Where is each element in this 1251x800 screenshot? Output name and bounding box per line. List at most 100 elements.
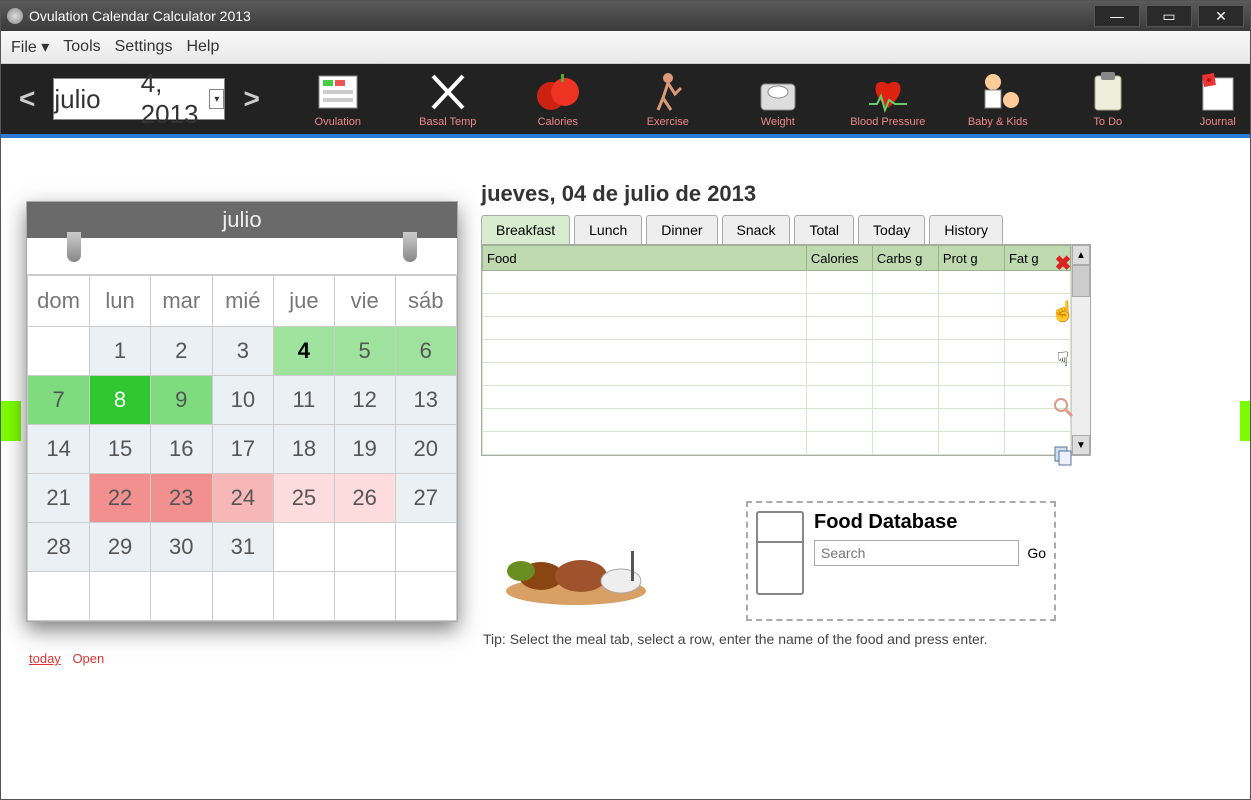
calendar-day[interactable]: 28	[28, 523, 90, 572]
food-db-title: Food Database	[814, 511, 1046, 534]
calendar-day[interactable]: 20	[395, 425, 457, 474]
calendar-day[interactable]: 21	[28, 474, 90, 523]
today-link[interactable]: today	[29, 651, 61, 666]
calendar-day[interactable]: 15	[90, 425, 151, 474]
calendar-day	[90, 572, 151, 621]
grid-header[interactable]: Calories	[806, 246, 872, 271]
meal-tab-breakfast[interactable]: Breakfast	[481, 215, 570, 244]
calendar-day[interactable]: 22	[90, 474, 151, 523]
calendar-day[interactable]: 14	[28, 425, 90, 474]
table-row[interactable]	[483, 409, 1071, 432]
food-search-input[interactable]	[814, 540, 1019, 566]
calendar-day[interactable]: 31	[212, 523, 273, 572]
search-icon[interactable]	[1051, 395, 1075, 419]
table-row[interactable]	[483, 340, 1071, 363]
grid-header[interactable]: Prot g	[938, 246, 1004, 271]
close-button[interactable]: ✕	[1198, 5, 1244, 27]
calendar-day	[395, 572, 457, 621]
toolbar-ovulation-button[interactable]: Ovulation	[298, 70, 378, 128]
food-search-go-button[interactable]: Go	[1027, 545, 1046, 561]
weekday-header: jue	[274, 276, 335, 327]
calendar-day	[334, 572, 395, 621]
tip-text: Tip: Select the meal tab, select a row, …	[483, 631, 988, 647]
menu-file[interactable]: File ▾	[11, 37, 49, 57]
toolbar-calories-button[interactable]: Calories	[518, 70, 598, 128]
grid-header[interactable]: Carbs g	[872, 246, 938, 271]
calendar-day[interactable]: 11	[274, 376, 335, 425]
calendar-day[interactable]: 12	[334, 376, 395, 425]
todo-icon	[1083, 70, 1133, 114]
app-icon	[7, 8, 23, 24]
calendar-day[interactable]: 7	[28, 376, 90, 425]
table-row[interactable]	[483, 294, 1071, 317]
next-date-button[interactable]: >	[235, 83, 267, 115]
calendar-day[interactable]: 25	[274, 474, 335, 523]
meal-tab-lunch[interactable]: Lunch	[574, 215, 642, 244]
calendar-day[interactable]: 26	[334, 474, 395, 523]
minimize-button[interactable]: —	[1094, 5, 1140, 27]
copy-icon[interactable]	[1051, 443, 1075, 467]
calendar-day[interactable]: 29	[90, 523, 151, 572]
calendar-day	[150, 572, 212, 621]
toolbar-basal-button[interactable]: Basal Temp	[408, 70, 488, 128]
toolbar-journal-button[interactable]: Journal	[1178, 70, 1251, 128]
calendar-day[interactable]: 1	[90, 327, 151, 376]
toolbar-baby-button[interactable]: Baby & Kids	[958, 70, 1038, 128]
food-table[interactable]: FoodCaloriesCarbs gProt gFat g	[482, 245, 1071, 455]
table-row[interactable]	[483, 386, 1071, 409]
maximize-button[interactable]: ▭	[1146, 5, 1192, 27]
weekday-header: mié	[212, 276, 273, 327]
toolbar-weight-button[interactable]: Weight	[738, 70, 818, 128]
menu-tools[interactable]: Tools	[63, 38, 100, 56]
calendar-day[interactable]: 23	[150, 474, 212, 523]
bp-icon	[863, 70, 913, 114]
meal-tab-today[interactable]: Today	[858, 215, 925, 244]
calendar-day	[28, 572, 90, 621]
calendar-day[interactable]: 10	[212, 376, 273, 425]
weekday-header: dom	[28, 276, 90, 327]
calendar-day	[274, 572, 335, 621]
table-row[interactable]	[483, 432, 1071, 455]
toolbar-todo-button[interactable]: To Do	[1068, 70, 1148, 128]
baby-icon	[973, 70, 1023, 114]
meal-tab-dinner[interactable]: Dinner	[646, 215, 717, 244]
calendar-day[interactable]: 13	[395, 376, 457, 425]
calendar-day[interactable]: 18	[274, 425, 335, 474]
basal-icon	[423, 70, 473, 114]
calendar-day[interactable]: 3	[212, 327, 273, 376]
calendar-day[interactable]: 19	[334, 425, 395, 474]
table-row[interactable]	[483, 363, 1071, 386]
calendar-day[interactable]: 17	[212, 425, 273, 474]
grid-header[interactable]: Food	[483, 246, 807, 271]
toolbar: < julio 4, 2013▾ > Ovulation Basal Temp Ca…	[1, 64, 1250, 138]
date-picker[interactable]: julio 4, 2013▾	[53, 78, 225, 120]
calendar-day[interactable]: 9	[150, 376, 212, 425]
hand-down-icon[interactable]: ☟	[1051, 347, 1075, 371]
calendar-day[interactable]: 27	[395, 474, 457, 523]
calendar-day[interactable]: 8	[90, 376, 151, 425]
toolbar-exercise-button[interactable]: Exercise	[628, 70, 708, 128]
calendar-day[interactable]: 24	[212, 474, 273, 523]
right-pane: jueves, 04 de julio de 2013 BreakfastLun…	[481, 181, 1091, 456]
hand-up-icon[interactable]: ☝	[1051, 299, 1075, 323]
calendar-day[interactable]: 30	[150, 523, 212, 572]
calendar-day	[334, 523, 395, 572]
calendar-day[interactable]: 2	[150, 327, 212, 376]
meal-tab-history[interactable]: History	[929, 215, 1003, 244]
delete-row-icon[interactable]: ✖	[1051, 251, 1075, 275]
calendar-day[interactable]: 4	[274, 327, 335, 376]
menu-settings[interactable]: Settings	[115, 38, 173, 56]
meal-tab-total[interactable]: Total	[794, 215, 854, 244]
calendar-dropdown-icon[interactable]: ▾	[209, 89, 224, 109]
meal-tab-snack[interactable]: Snack	[722, 215, 791, 244]
calendar-day[interactable]: 5	[334, 327, 395, 376]
menu-help[interactable]: Help	[186, 38, 219, 56]
toolbar-label: Exercise	[647, 116, 689, 128]
toolbar-bp-button[interactable]: Blood Pressure	[848, 70, 928, 128]
table-row[interactable]	[483, 271, 1071, 294]
table-row[interactable]	[483, 317, 1071, 340]
open-link[interactable]: Open	[72, 651, 104, 666]
calendar-day[interactable]: 6	[395, 327, 457, 376]
prev-date-button[interactable]: <	[11, 83, 43, 115]
calendar-day[interactable]: 16	[150, 425, 212, 474]
